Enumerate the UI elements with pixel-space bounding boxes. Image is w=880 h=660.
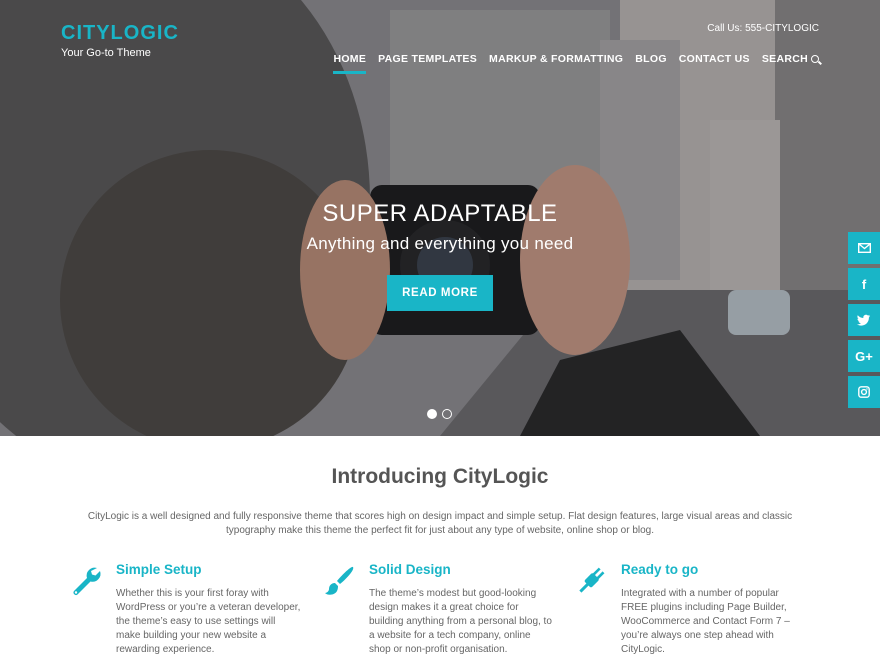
facebook-icon[interactable]: f	[848, 268, 880, 300]
feature-text: The theme’s modest but good-looking desi…	[369, 588, 552, 655]
nav-search-label: SEARCH	[761, 53, 808, 65]
instagram-icon[interactable]	[848, 376, 880, 408]
nav-item-search[interactable]: SEARCH	[762, 53, 819, 74]
nav-item-contact-us[interactable]: CONTACT US	[679, 53, 750, 74]
slider-dot-1[interactable]	[427, 409, 437, 419]
site-tagline: Your Go-to Theme	[61, 47, 151, 59]
intro-title: Introducing CityLogic	[331, 465, 549, 488]
email-icon[interactable]	[848, 232, 880, 264]
nav-item-home[interactable]: HOME	[333, 53, 367, 74]
google-plus-icon[interactable]: G+	[848, 340, 880, 372]
feature-text: Whether this is your first foray with Wo…	[116, 588, 301, 655]
slide-title: SUPER ADAPTABLE	[322, 200, 558, 227]
slide-subtitle: Anything and everything you need	[306, 234, 574, 253]
feature-title: Solid Design	[369, 562, 451, 577]
slider-pagination	[427, 409, 452, 419]
intro-text: CityLogic is a well designed and fully r…	[87, 511, 793, 536]
feature-title: Ready to go	[621, 562, 699, 577]
nav-item-blog[interactable]: BLOG	[635, 53, 667, 74]
social-sidebar: f G+	[848, 232, 880, 408]
hero-slider: CITYLOGIC Your Go-to Theme Call Us: 555-…	[0, 0, 880, 436]
wrench-icon	[73, 567, 101, 595]
feature-title: Simple Setup	[116, 562, 202, 577]
read-more-button[interactable]: READ MORE	[387, 275, 493, 311]
search-icon	[811, 55, 819, 63]
site-logo[interactable]: CITYLOGIC	[61, 22, 179, 45]
slider-dot-2[interactable]	[442, 409, 452, 419]
plug-icon	[579, 567, 605, 593]
feature-text: Integrated with a number of popular FREE…	[621, 588, 790, 655]
twitter-icon[interactable]	[848, 304, 880, 336]
paintbrush-icon	[325, 566, 354, 595]
main-nav: HOME PAGE TEMPLATES MARKUP & FORMATTING …	[333, 53, 819, 74]
nav-item-page-templates[interactable]: PAGE TEMPLATES	[378, 53, 477, 74]
nav-item-markup-formatting[interactable]: MARKUP & FORMATTING	[489, 53, 623, 74]
call-us-text: Call Us: 555-CITYLOGIC	[707, 23, 819, 34]
